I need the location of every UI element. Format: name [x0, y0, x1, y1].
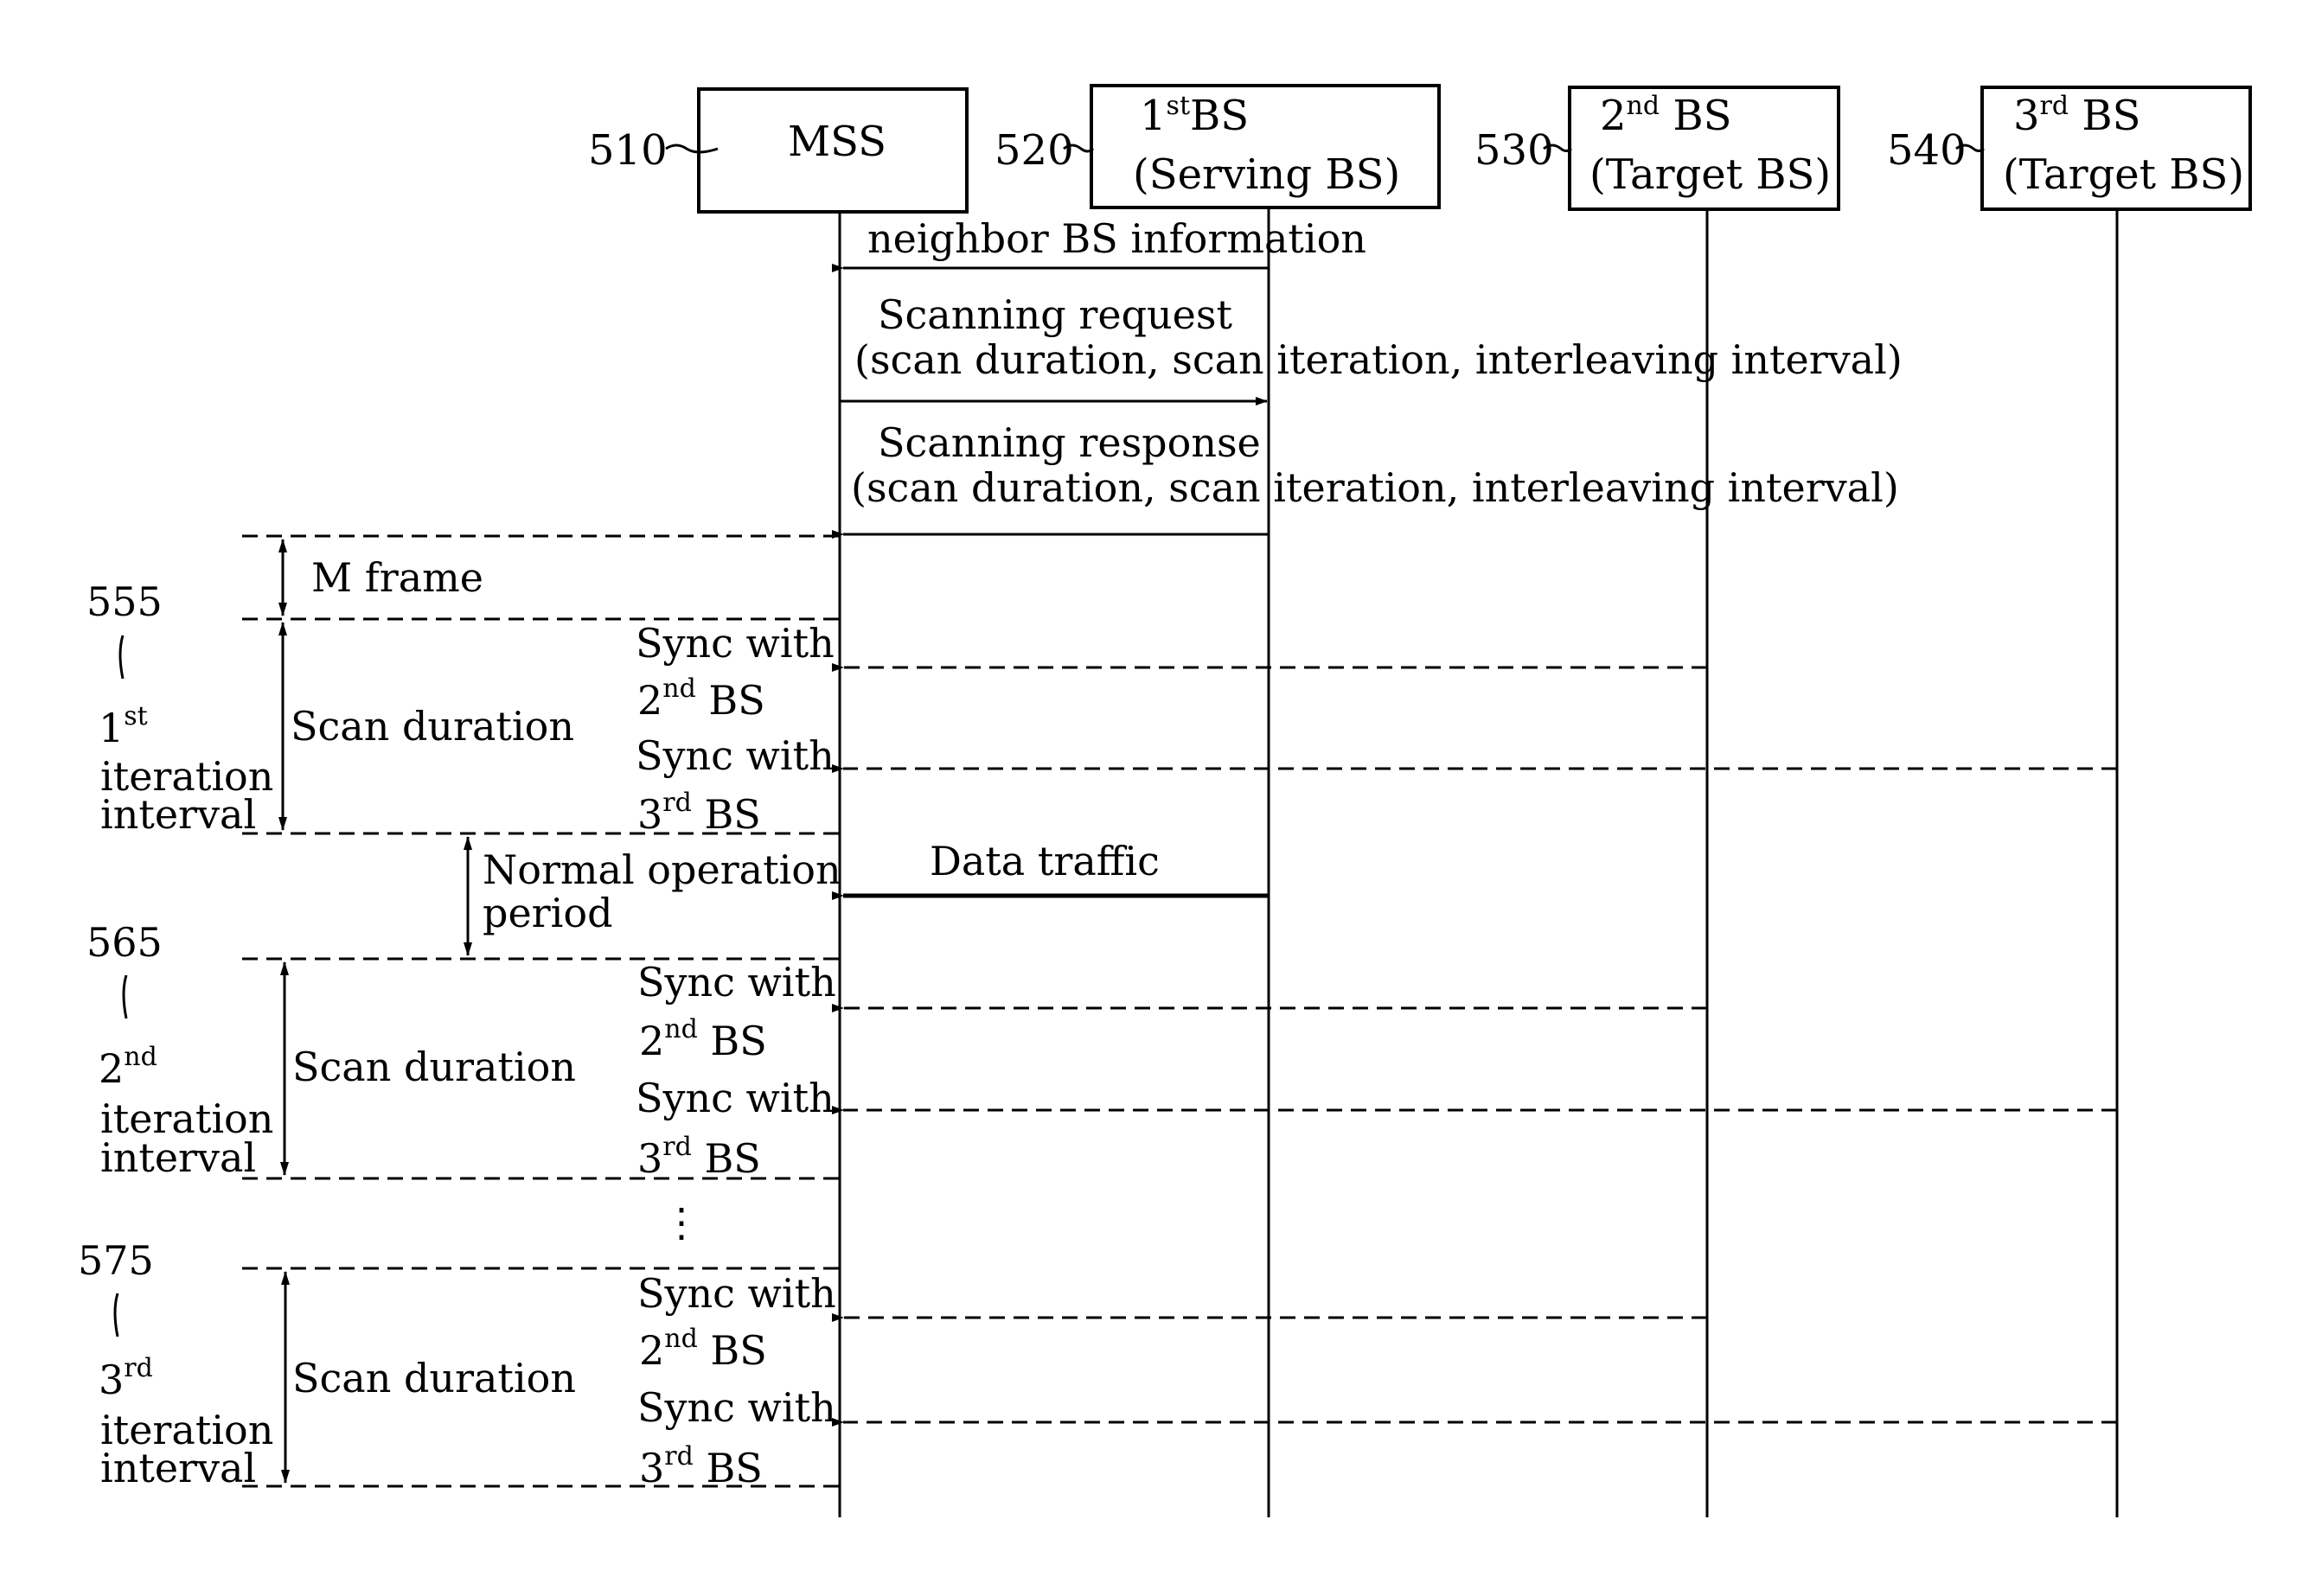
sync-label: Sync with [637, 959, 836, 1005]
m-frame-period: M frame [278, 539, 483, 616]
scan-duration-label: Scan duration [292, 1044, 576, 1090]
iteration-label: interval [100, 791, 256, 838]
scan-duration-label: Scan duration [291, 703, 574, 750]
entity-label: 3rd BS [2013, 91, 2141, 140]
sync-label: Sync with [636, 620, 835, 667]
ref-number: 565 [86, 919, 163, 966]
sync-target: 3rd BS [639, 1441, 763, 1491]
entity-bs2: 2nd BS (Target BS) 530 [1474, 86, 1840, 211]
sync-target: 2nd BS [639, 1014, 767, 1064]
message-label: Scanning request [878, 291, 1232, 338]
entity-sublabel: (Target BS) [1589, 150, 1831, 199]
sync-label: Sync with [636, 732, 835, 779]
message-label: Data traffic [930, 838, 1160, 884]
message-label: neighbor BS information [867, 215, 1366, 262]
ref-number: 555 [86, 578, 163, 625]
leader-line [118, 635, 125, 680]
ref-number: 510 [588, 126, 668, 175]
continuation-ellipsis: ⋮ [662, 1199, 701, 1246]
ref-number: 520 [995, 126, 1074, 175]
ref-number: 540 [1887, 126, 1967, 175]
period-label: M frame [311, 554, 483, 601]
period-label: Normal operation [483, 846, 841, 893]
iteration-label: interval [100, 1445, 256, 1491]
entity-mss: MSS 510 [588, 87, 969, 214]
entity-bs1: 1stBS (Serving BS) 520 [995, 84, 1441, 209]
message-scanning-response: Scanning response (scan duration, scan i… [832, 419, 1899, 539]
scan-duration-label: Scan duration [292, 1355, 576, 1401]
iteration-label: interval [100, 1134, 256, 1181]
sync-label: Sync with [636, 1075, 835, 1121]
message-neighbor-bs-info: neighbor BS information [832, 215, 1366, 272]
entity-sublabel: (Target BS) [2003, 150, 2244, 199]
message-params: (scan duration, scan iteration, interlea… [854, 336, 1903, 383]
ref-number: 530 [1474, 126, 1554, 175]
message-label: Scanning response [878, 419, 1261, 466]
ref-number: 575 [78, 1237, 154, 1284]
sync-target: 3rd BS [637, 1132, 761, 1182]
message-params: (scan duration, scan iteration, interlea… [851, 464, 1899, 511]
message-scanning-request: Scanning request (scan duration, scan it… [840, 291, 1903, 405]
iteration-1: 555 1st iteration interval Scan duration… [86, 578, 2117, 838]
iteration-ordinal: 1st [99, 701, 148, 751]
leader-line [113, 1293, 119, 1337]
sync-label: Sync with [637, 1384, 836, 1431]
iteration-ordinal: 2nd [99, 1042, 157, 1092]
entity-label: 2nd BS [1600, 91, 1732, 140]
iteration-ordinal: 3rd [99, 1353, 153, 1403]
iteration-3: 575 3rd iteration interval Scan duration… [78, 1237, 2117, 1491]
normal-operation-period: Normal operation period Data traffic [464, 836, 1269, 956]
entity-label: 1stBS [1140, 91, 1249, 140]
sequence-diagram: MSS 510 1stBS (Serving BS) 520 2nd BS (T… [78, 84, 2252, 1517]
leader-line [122, 974, 128, 1019]
entity-label: MSS [788, 118, 886, 166]
sync-target: 2nd BS [637, 674, 765, 724]
sync-target: 2nd BS [639, 1324, 767, 1374]
sync-target: 3rd BS [637, 788, 761, 838]
entity-sublabel: (Serving BS) [1133, 150, 1400, 199]
period-label: period [483, 890, 613, 936]
sync-label: Sync with [637, 1270, 836, 1317]
entity-bs3: 3rd BS (Target BS) 540 [1887, 86, 2252, 211]
